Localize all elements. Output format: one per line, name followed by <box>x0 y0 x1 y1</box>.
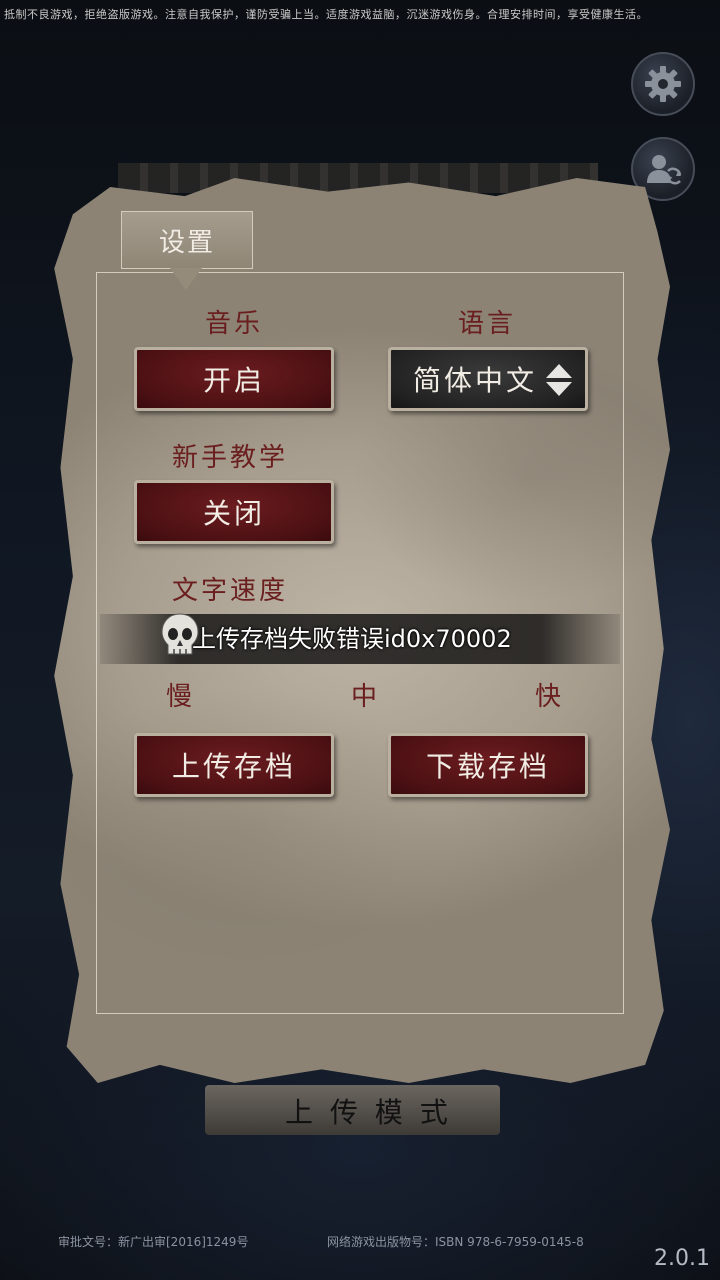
music-toggle-button[interactable]: 开启 <box>134 347 334 411</box>
version-label: 2.0.1 <box>654 1246 710 1271</box>
gear-icon <box>645 66 681 102</box>
error-toast: 上传存档失败错误id0x70002 <box>158 610 512 662</box>
game-screen: 抵制不良游戏，拒绝盗版游戏。注意自我保护，谨防受骗上当。适度游戏益脑，沉迷游戏伤… <box>0 0 720 1280</box>
download-save-button[interactable]: 下载存档 <box>388 733 588 797</box>
settings-tab: 设置 <box>121 211 253 269</box>
approval-number: 审批文号：新广出审[2016]1249号 <box>58 1235 249 1249</box>
speed-slow-option[interactable]: 慢 <box>166 676 195 713</box>
settings-button[interactable] <box>631 52 695 116</box>
language-value: 简体中文 <box>413 364 538 397</box>
health-notice: 抵制不良游戏，拒绝盗版游戏。注意自我保护，谨防受骗上当。适度游戏益脑，沉迷游戏伤… <box>4 8 648 21</box>
speed-medium-option[interactable]: 中 <box>351 676 380 713</box>
error-message: 上传存档失败错误id0x70002 <box>192 624 512 653</box>
music-label: 音乐 <box>205 309 264 339</box>
speed-fast-option[interactable]: 快 <box>535 676 564 713</box>
background-mode-label: 上 传 模 式 <box>285 1096 452 1129</box>
up-down-arrow-icon <box>546 364 572 396</box>
tutorial-toggle-button[interactable]: 关闭 <box>134 480 334 544</box>
tutorial-label: 新手教学 <box>172 443 289 473</box>
background-mode-banner: 上 传 模 式 <box>205 1085 500 1135</box>
language-label: 语言 <box>458 309 517 339</box>
language-select[interactable]: 简体中文 <box>388 347 588 411</box>
isbn-number: 网络游戏出版物号：ISBN 978-6-7959-0145-8 <box>327 1235 584 1249</box>
text-speed-label: 文字速度 <box>172 576 289 606</box>
account-switch-icon <box>647 155 682 185</box>
settings-tab-label: 设置 <box>158 227 215 258</box>
upload-save-button[interactable]: 上传存档 <box>134 733 334 797</box>
tab-pointer-icon <box>170 268 202 290</box>
